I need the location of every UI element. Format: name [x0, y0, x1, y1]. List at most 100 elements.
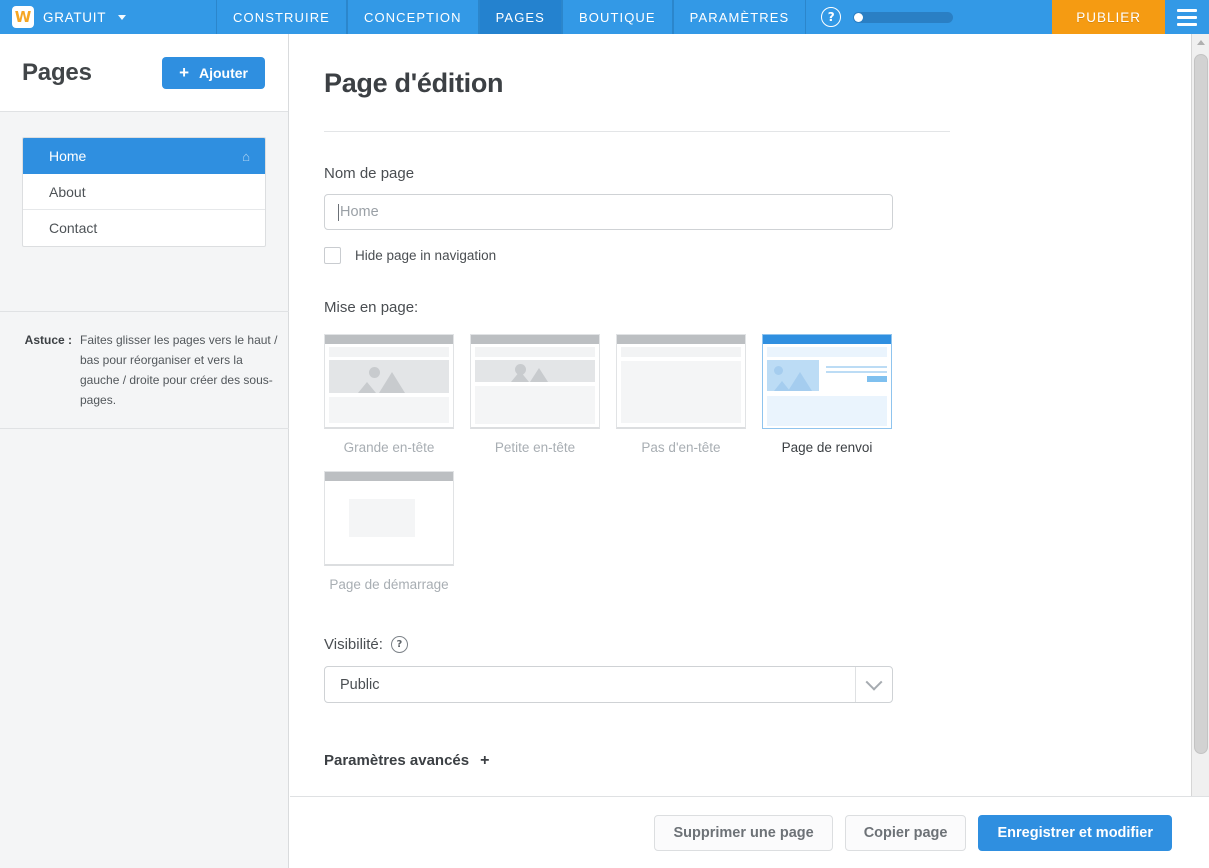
page-list: Home ⌂ About Contact: [22, 137, 266, 247]
thumb-body: [767, 396, 887, 426]
visibility-row: Visibilité: ?: [324, 636, 1191, 653]
help-icon[interactable]: ?: [390, 636, 408, 653]
publish-button[interactable]: PUBLIER: [1052, 0, 1165, 34]
thumb-navbar: [325, 335, 453, 344]
layout-thumbnail-small-header: [470, 334, 600, 429]
thumb-hero-image: [329, 360, 449, 393]
plus-icon: +: [179, 63, 189, 82]
layout-options-row2: Page de démarrage: [324, 471, 924, 592]
chevron-down-icon: [118, 14, 127, 20]
help-icon[interactable]: ?: [821, 7, 842, 27]
thumb-body: [325, 481, 453, 557]
layout-option-page-de-demarrage[interactable]: Page de démarrage: [324, 471, 454, 592]
sidebar-header: Pages + Ajouter: [0, 34, 288, 112]
layout-caption: Pas d'en-tête: [641, 440, 721, 455]
thumb-strip: [475, 347, 595, 357]
hide-page-checkbox[interactable]: [324, 247, 341, 264]
thumb-body: [621, 361, 741, 423]
layout-option-petite-en-tete[interactable]: Petite en-tête: [470, 334, 600, 455]
sidebar-item-about[interactable]: About: [23, 174, 265, 210]
tab-pages[interactable]: PAGES: [478, 0, 562, 34]
sidebar-item-home[interactable]: Home ⌂: [23, 138, 265, 174]
tab-conception[interactable]: CONCEPTION: [346, 0, 479, 34]
sidebar-item-label: Contact: [49, 220, 98, 236]
page-name-value: Home: [340, 204, 379, 220]
thumb-body: [329, 397, 449, 423]
slider-knob[interactable]: [854, 12, 864, 22]
thumb-navbar: [471, 335, 599, 344]
thumb-landing-row: [767, 360, 887, 391]
image-placeholder-icon: [475, 360, 595, 382]
layout-thumbnail-large-header: [324, 334, 454, 429]
layout-option-grande-en-tete[interactable]: Grande en-tête: [324, 334, 454, 455]
visibility-select[interactable]: Public: [324, 666, 893, 703]
visibility-selected-value: Public: [340, 676, 380, 693]
tab-boutique[interactable]: BOUTIQUE: [561, 0, 673, 34]
sidebar-item-contact[interactable]: Contact: [23, 210, 265, 246]
hamburger-line: [1177, 8, 1197, 12]
layout-option-pas-d-en-tete[interactable]: Pas d'en-tête: [616, 334, 746, 455]
layout-caption: Page de démarrage: [329, 577, 449, 592]
thumb-hero-image: [475, 360, 595, 382]
add-page-button[interactable]: + Ajouter: [162, 56, 265, 89]
home-icon: ⌂: [242, 148, 250, 164]
footer-action-bar: Supprimer une page Copier page Enregistr…: [290, 796, 1209, 868]
sidebar-item-label: About: [49, 183, 86, 200]
hide-page-label: Hide page in navigation: [355, 248, 497, 263]
hamburger-line: [1177, 15, 1197, 19]
pages-sidebar: Pages + Ajouter Home ⌂ About Contact Ast…: [0, 34, 289, 868]
weebly-logo-icon: W: [12, 6, 34, 28]
scrollbar-thumb[interactable]: [1194, 54, 1208, 754]
add-page-label: Ajouter: [199, 64, 248, 81]
vertical-scrollbar[interactable]: [1191, 34, 1209, 796]
save-button[interactable]: Enregistrer et modifier: [978, 814, 1172, 851]
thumb-body: [475, 386, 595, 424]
tip-label: Astuce :: [24, 333, 72, 347]
top-tabs: CONSTRUIRE CONCEPTION PAGES BOUTIQUE PAR…: [216, 0, 807, 34]
image-placeholder-icon: [329, 360, 449, 393]
top-bar-utilities: ?: [806, 0, 1052, 34]
progress-slider[interactable]: [853, 11, 954, 23]
thumb-navbar: [763, 335, 891, 344]
main-content: Page d'édition Nom de page Home Hide pag…: [290, 34, 1191, 796]
layout-label: Mise en page:: [324, 299, 419, 316]
page-name-input[interactable]: Home: [324, 194, 893, 230]
app-window: W GRATUIT CONSTRUIRE CONCEPTION PAGES BO…: [0, 0, 1209, 868]
hide-page-row[interactable]: Hide page in navigation: [324, 247, 1191, 264]
hamburger-line: [1177, 22, 1197, 26]
text-caret: [338, 203, 339, 221]
page-title: Pages: [22, 58, 92, 86]
advanced-settings-label: Paramètres avancés: [324, 752, 470, 769]
chevron-down-icon[interactable]: [855, 667, 892, 702]
delete-page-button[interactable]: Supprimer une page: [654, 814, 833, 851]
page-name-label: Nom de page: [324, 165, 415, 182]
brand-plan-label: GRATUIT: [43, 9, 107, 25]
sidebar-item-label: Home: [49, 148, 87, 164]
thumb-strip: [621, 347, 741, 357]
layout-option-page-de-renvoi[interactable]: Page de renvoi: [762, 334, 892, 455]
tip-text: Faites glisser les pages vers le haut / …: [80, 333, 278, 407]
thumb-navbar: [325, 472, 453, 481]
top-navigation-bar: W GRATUIT CONSTRUIRE CONCEPTION PAGES BO…: [0, 0, 1209, 34]
image-placeholder-icon: [767, 360, 819, 391]
copy-page-button[interactable]: Copier page: [844, 814, 967, 851]
scroll-up-arrow-icon[interactable]: [1192, 34, 1209, 51]
layout-options: Grande en-tête Petite en-tête Pas d'en-t…: [324, 334, 924, 455]
layout-thumbnail-no-header: [616, 334, 746, 429]
advanced-settings-toggle[interactable]: Paramètres avancés +: [324, 752, 1191, 769]
tab-construire[interactable]: CONSTRUIRE: [216, 0, 347, 34]
thumb-strip: [767, 347, 887, 357]
thumb-center-block: [349, 499, 415, 537]
layout-caption: Petite en-tête: [494, 440, 576, 455]
tab-parametres[interactable]: PARAMÈTRES: [672, 0, 807, 34]
layout-caption: Page de renvoi: [781, 440, 873, 455]
thumb-navbar: [617, 335, 745, 344]
tip-box: Astuce : Faites glisser les pages vers l…: [0, 311, 289, 429]
thumb-strip: [329, 347, 449, 357]
main-heading: Page d'édition: [324, 68, 504, 98]
plus-icon[interactable]: +: [480, 752, 489, 769]
layout-thumbnail-splash-page: [324, 471, 454, 566]
brand-menu[interactable]: W GRATUIT: [0, 0, 216, 34]
hamburger-menu-icon[interactable]: [1165, 0, 1209, 34]
divider: [324, 131, 950, 132]
